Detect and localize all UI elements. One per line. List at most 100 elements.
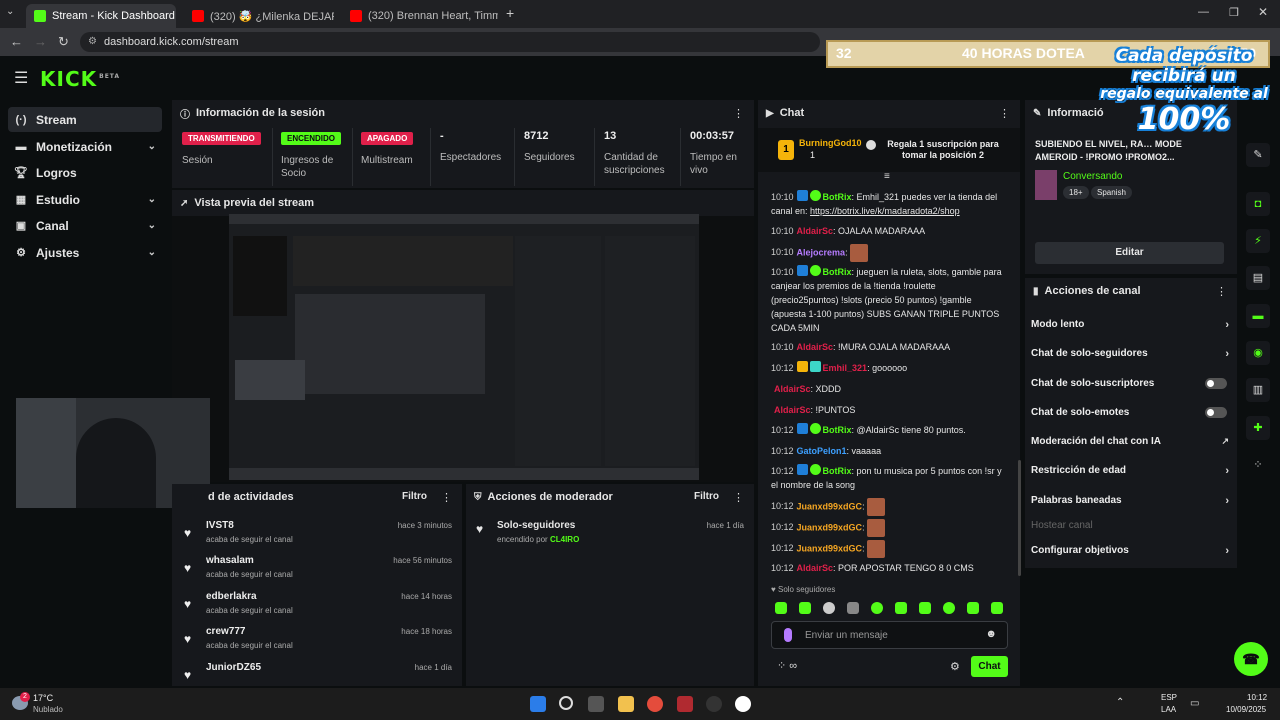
emote-icon[interactable] <box>775 602 787 614</box>
lightning-icon[interactable]: ⚡︎ <box>1246 229 1270 253</box>
chevron-down-icon: ⌄ <box>147 194 156 205</box>
shop-link[interactable]: https://botrix.live/k/madaradota2/shop <box>810 206 960 216</box>
chat-send-button[interactable]: Chat <box>971 656 1008 677</box>
activity-filter-button[interactable]: Filtro <box>402 491 427 502</box>
reload-icon[interactable]: ↻ <box>58 34 69 50</box>
url-field[interactable]: ⚙ dashboard.kick.com/stream <box>80 32 820 52</box>
sidebar-item-canal[interactable]: ▣ Canal ⌄ <box>8 213 162 238</box>
kick-logo[interactable]: KICK BETA <box>40 67 120 91</box>
menu-icon[interactable]: ☰ <box>14 68 28 88</box>
tab-kick-dashboard[interactable]: Stream - Kick Dashboard <box>26 4 176 28</box>
emoji-icon[interactable]: ☻ <box>985 628 997 640</box>
steam-icon[interactable] <box>735 696 751 712</box>
heart-icon: ♥ <box>184 632 192 646</box>
search-icon[interactable] <box>559 696 573 710</box>
kebab-menu-icon[interactable]: ⋮ <box>1216 285 1227 298</box>
wrench-icon[interactable]: ✚ <box>1246 416 1270 440</box>
windows-start-icon[interactable] <box>530 696 546 712</box>
chevron-right-icon: › <box>1225 545 1229 557</box>
action-emotes-only[interactable]: Chat de solo-emotes <box>1031 407 1231 418</box>
emote-icon[interactable] <box>895 602 907 614</box>
action-age-restriction[interactable]: Restricción de edad › <box>1031 465 1231 477</box>
collapse-icon[interactable]: ≡ <box>884 171 890 182</box>
apps-icon[interactable]: ⁘ <box>1246 453 1270 477</box>
action-followers-only[interactable]: Chat de solo-seguidores › <box>1031 348 1231 360</box>
stream-preview-video[interactable] <box>229 214 699 480</box>
chat-icon[interactable]: ▬ <box>1246 304 1270 328</box>
edit-button[interactable]: Editar <box>1035 242 1224 264</box>
forward-icon[interactable]: → <box>34 34 47 49</box>
promo-overlay: Cada depósito recibirá un regalo equival… <box>1100 46 1268 137</box>
action-host-channel[interactable]: Hostear canal <box>1031 520 1231 531</box>
url-text: dashboard.kick.com/stream <box>104 36 239 48</box>
emote-icon[interactable] <box>943 602 955 614</box>
emote-icon[interactable] <box>967 602 979 614</box>
sidebar-item-ajustes[interactable]: ⚙ Ajustes ⌄ <box>8 240 162 265</box>
sidebar-item-stream[interactable]: (·) Stream <box>8 107 162 132</box>
action-ai-moderation[interactable]: Moderación del chat con IA ↗ <box>1031 436 1231 447</box>
points-icon[interactable]: ⁘ ∞ <box>777 659 797 672</box>
external-link-icon: ↗ <box>1221 436 1229 446</box>
kebab-menu-icon[interactable]: ⋮ <box>441 491 452 504</box>
tab-youtube-1[interactable]: (320) 🤯 ¿Milenka DEJARÁ KICK <box>184 4 334 28</box>
emote-icon[interactable] <box>823 602 835 614</box>
new-tab-button[interactable]: + <box>506 5 514 21</box>
tab-youtube-2[interactable]: (320) Brennan Heart, Timmy Tru <box>342 4 498 28</box>
close-window-icon[interactable]: ✕ <box>1258 5 1268 19</box>
chat-settings-icon[interactable]: ⚙ <box>950 660 960 673</box>
sidebar-item-monetizacion[interactable]: ▬ Monetización ⌄ <box>8 134 162 159</box>
network-icon[interactable]: ▭ <box>1190 698 1199 709</box>
emote-icon[interactable] <box>919 602 931 614</box>
edit-icon[interactable]: ✎ <box>1246 143 1270 167</box>
app-icon[interactable] <box>677 696 693 712</box>
action-goals[interactable]: Configurar objetivos › <box>1031 545 1231 557</box>
pinned-gift-banner[interactable]: 1 BurningGod10 1 Regala 1 suscripción pa… <box>758 128 1020 172</box>
action-subscribers-only[interactable]: Chat de solo-suscriptores <box>1031 378 1231 389</box>
shield-icon: ⛨ <box>474 491 482 503</box>
tray-expand-icon[interactable]: ⌃ <box>1116 697 1124 708</box>
emotes-only-toggle[interactable] <box>1205 407 1227 418</box>
action-banned-words[interactable]: Palabras baneadas › <box>1031 495 1231 507</box>
emote-icon[interactable] <box>847 602 859 614</box>
tab-list-icon[interactable]: ⌄ <box>6 6 14 17</box>
heart-icon: ♥ <box>184 561 192 575</box>
mod-filter-button[interactable]: Filtro <box>694 491 719 502</box>
support-button[interactable]: ☎ <box>1234 642 1268 676</box>
stat-followers: 8712 Seguidores <box>524 130 575 163</box>
kebab-menu-icon[interactable]: ⋮ <box>999 107 1010 120</box>
maximize-icon[interactable]: ❐ <box>1229 6 1239 19</box>
chevron-down-icon: ⌄ <box>147 247 156 258</box>
broadcast-icon[interactable]: ◉ <box>1246 341 1270 365</box>
chat-scrollbar[interactable] <box>1018 460 1021 576</box>
emote-icon <box>850 244 869 262</box>
chat-input[interactable]: Enviar un mensaje ☻ <box>771 621 1008 649</box>
record-icon[interactable]: ◘ <box>1246 192 1270 216</box>
emote-icon[interactable] <box>871 602 883 614</box>
chrome-icon[interactable] <box>647 696 663 712</box>
kebab-menu-icon[interactable]: ⋮ <box>733 107 744 120</box>
sidebar-item-estudio[interactable]: ▦ Estudio ⌄ <box>8 187 162 212</box>
chat-message: 10:10 BotRix: Emhil_321 puedes ver la tie… <box>771 190 998 216</box>
file-explorer-icon[interactable] <box>618 696 634 712</box>
microphone-icon[interactable] <box>784 628 792 642</box>
chat-message: AldairSc: !PUNTOS <box>774 405 856 415</box>
subscribers-only-toggle[interactable] <box>1205 378 1227 389</box>
back-icon[interactable]: ← <box>10 34 23 49</box>
session-info-panel: ⓘ Información de la sesión ⋮ TRANSMITIEND… <box>172 100 754 188</box>
category-thumbnail[interactable] <box>1035 170 1057 200</box>
obs-icon[interactable] <box>706 696 722 712</box>
kebab-menu-icon[interactable]: ⋮ <box>733 491 744 504</box>
action-slow-mode[interactable]: Modo lento › <box>1031 319 1231 331</box>
emote-icon[interactable] <box>799 602 811 614</box>
document-icon[interactable]: ▤ <box>1246 266 1270 290</box>
sidebar: (·) Stream ▬ Monetización ⌄ 🏆︎ Logros ▦ Estud… <box>0 100 168 688</box>
sidebar-item-logros[interactable]: 🏆︎ Logros <box>8 160 162 185</box>
site-info-icon[interactable]: ⚙ <box>88 32 97 52</box>
emote-icon <box>867 519 886 537</box>
emote-icon[interactable] <box>991 602 1003 614</box>
minimize-icon[interactable]: — <box>1198 6 1209 18</box>
category-link[interactable]: Conversando <box>1063 171 1122 182</box>
task-view-icon[interactable] <box>588 696 604 712</box>
heart-icon: ♥ <box>184 597 192 611</box>
layout-icon[interactable]: ▥ <box>1246 378 1270 402</box>
